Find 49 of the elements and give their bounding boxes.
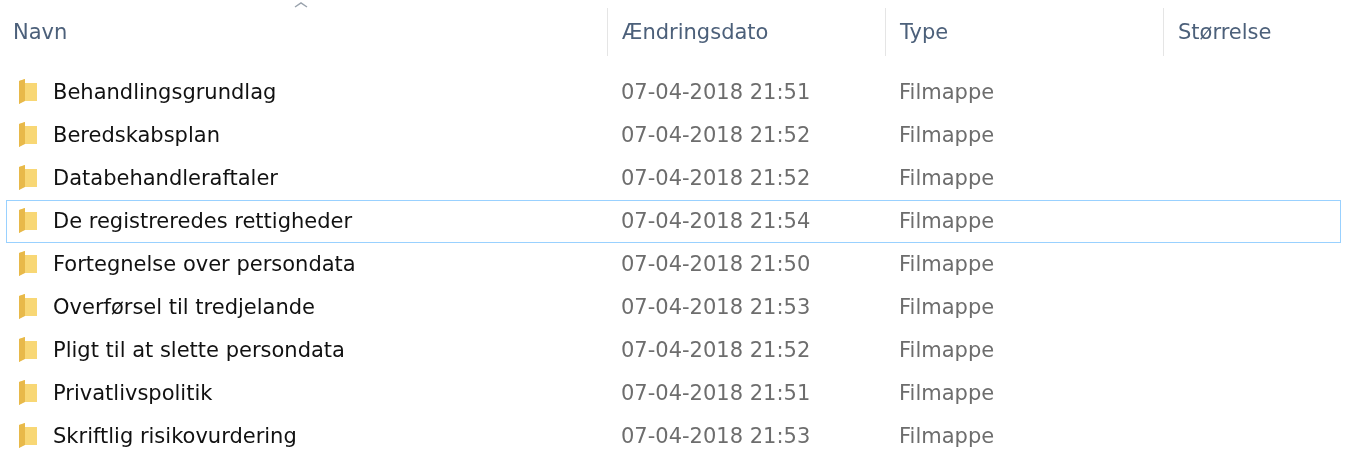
file-row[interactable]: Skriftlig risikovurdering 07-04-2018 21:53 Filmappe — [6, 414, 1341, 457]
column-header[interactable]: Størrelse — [1163, 8, 1335, 56]
modified-date: 07-04-2018 21:52 — [620, 166, 811, 191]
folder-icon — [17, 293, 39, 320]
file-type: Filmappe — [898, 80, 995, 105]
file-type: Filmappe — [898, 337, 995, 362]
file-name: Overførsel til tredjelande — [53, 294, 315, 319]
file-type: Filmappe — [898, 380, 995, 405]
modified-date: 07-04-2018 21:52 — [620, 123, 811, 148]
folder-icon — [17, 165, 39, 192]
file-name: Pligt til at slette persondata — [53, 337, 345, 362]
column-header[interactable]: Navn — [0, 8, 607, 56]
file-row[interactable]: Databehandleraftaler 07-04-2018 21:52 Filmappe — [6, 156, 1341, 200]
modified-date: 07-04-2018 21:53 — [620, 294, 811, 319]
file-name: Skriftlig risikovurdering — [53, 423, 297, 448]
file-type: Filmappe — [898, 123, 995, 148]
column-header[interactable]: Type — [885, 8, 1163, 56]
file-type: Filmappe — [898, 209, 995, 234]
file-name: Privatlivspolitik — [53, 380, 213, 405]
folder-icon — [17, 79, 39, 106]
modified-date: 07-04-2018 21:50 — [620, 252, 811, 276]
file-type: Filmappe — [898, 294, 995, 319]
file-type: Filmappe — [898, 423, 995, 448]
file-name: Beredskabsplan — [53, 123, 220, 148]
folder-icon — [17, 422, 39, 449]
file-name: De registreredes rettigheder — [53, 209, 353, 234]
modified-date: 07-04-2018 21:51 — [620, 380, 811, 405]
file-name: Behandlingsgrundlag — [53, 80, 277, 105]
modified-date: 07-04-2018 21:51 — [620, 80, 811, 105]
modified-date: 07-04-2018 21:54 — [620, 209, 811, 234]
file-name: Fortegnelse over persondata — [53, 252, 356, 276]
file-row[interactable]: Pligt til at slette persondata 07-04-2018 21:52 Filmappe — [6, 328, 1341, 372]
file-row[interactable]: De registreredes rettigheder 07-04-2018 21:54 Filmappe — [6, 199, 1341, 243]
file-row[interactable]: Overførsel til tredjelande 07-04-2018 21:53 Filmappe — [6, 285, 1341, 329]
file-row[interactable]: Behandlingsgrundlag 07-04-2018 21:51 Filmappe — [6, 71, 1341, 114]
file-row[interactable]: Beredskabsplan 07-04-2018 21:52 Filmappe — [6, 113, 1341, 157]
column-header[interactable]: Ændringsdato — [607, 8, 885, 56]
file-name: Databehandleraftaler — [53, 166, 278, 191]
folder-icon — [17, 379, 39, 406]
file-type: Filmappe — [898, 252, 995, 276]
file-row[interactable]: Privatlivspolitik 07-04-2018 21:51 Filmappe — [6, 371, 1341, 415]
folder-icon — [17, 251, 39, 277]
folder-icon — [17, 336, 39, 363]
modified-date: 07-04-2018 21:52 — [620, 337, 811, 362]
modified-date: 07-04-2018 21:53 — [620, 423, 811, 448]
file-row[interactable]: Fortegnelse over persondata 07-04-2018 21:50 Filmappe — [6, 242, 1341, 286]
folder-icon — [17, 208, 39, 235]
file-type: Filmappe — [898, 166, 995, 191]
folder-icon — [17, 122, 39, 149]
